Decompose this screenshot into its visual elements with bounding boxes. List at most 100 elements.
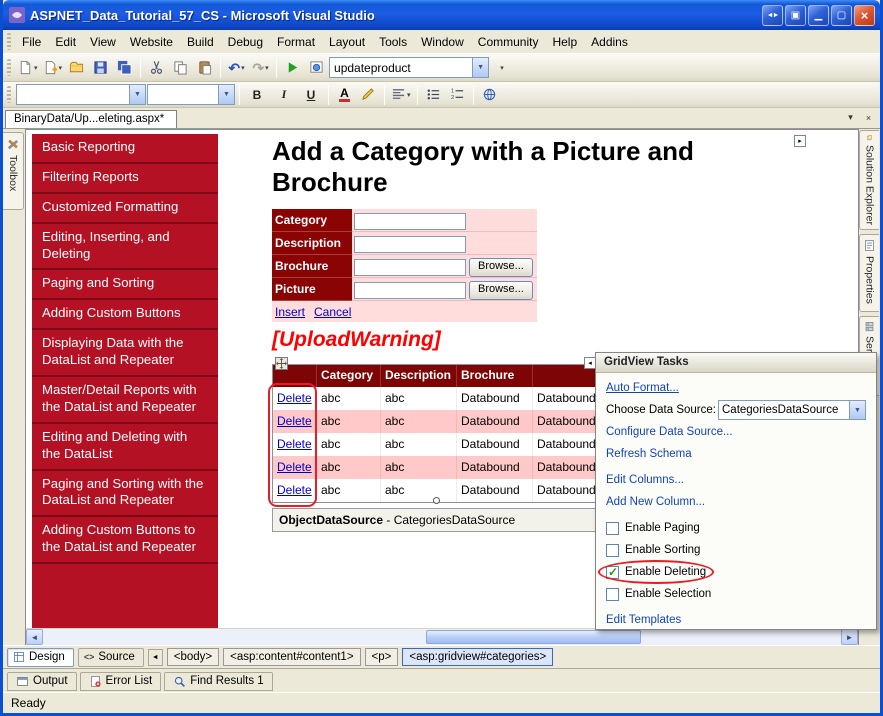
tab-list-dropdown-button[interactable]: ▾ (843, 110, 858, 125)
underline-button[interactable]: U (298, 84, 324, 106)
source-view-button[interactable]: <> Source (78, 648, 144, 667)
copy-button[interactable] (169, 57, 192, 79)
brochure-browse-button[interactable]: Browse... (469, 258, 533, 277)
font-color-button[interactable]: A (333, 84, 356, 106)
title-minimize-button[interactable]: ▁ (808, 5, 829, 26)
toolbox-tab[interactable]: Toolbox (3, 132, 24, 210)
add-item-button[interactable]: ▾ (41, 57, 65, 79)
delete-link[interactable]: Delete (277, 437, 312, 451)
sidebar-item[interactable]: Basic Reporting (32, 134, 218, 164)
edit-columns-link[interactable]: Edit Columns... (606, 474, 684, 486)
enable-selection-checkbox[interactable] (606, 588, 619, 601)
align-left-button[interactable]: ▾ (389, 84, 413, 106)
sidebar-item[interactable]: Displaying Data with the DataList and Re… (32, 330, 218, 377)
font-combobox[interactable]: ▼ (147, 84, 235, 105)
objectdatasource-control[interactable]: ObjectDataSource - CategoriesDataSource (272, 508, 602, 532)
menu-format[interactable]: Format (270, 32, 322, 52)
document-tab[interactable]: BinaryData/Up...eleting.aspx* (5, 110, 177, 128)
combobox-arrow-icon[interactable]: ▼ (218, 85, 234, 104)
sidebar-item[interactable]: Master/Detail Reports with the DataList … (32, 377, 218, 424)
close-document-button[interactable]: × (861, 110, 876, 125)
menu-addins[interactable]: Addins (584, 32, 635, 52)
sidebar-item[interactable]: Customized Formatting (32, 194, 218, 224)
add-new-column-link[interactable]: Add New Column... (606, 496, 705, 508)
properties-tab[interactable]: Properties (859, 234, 879, 312)
menu-help[interactable]: Help (545, 32, 584, 52)
title-bar[interactable]: ASPNET_Data_Tutorial_57_CS - Microsoft V… (3, 0, 880, 30)
cancel-link[interactable]: Cancel (314, 305, 351, 319)
italic-button[interactable]: I (271, 84, 297, 106)
title-close-button[interactable]: × (854, 5, 875, 26)
view-in-browser-button[interactable] (305, 57, 328, 79)
tag-scroll-left-button[interactable]: ◄ (148, 649, 163, 666)
title-dock-button[interactable]: ◄► (762, 5, 783, 26)
sidebar-item[interactable]: Adding Custom Buttons (32, 300, 218, 330)
delete-link[interactable]: Delete (277, 391, 312, 405)
menu-tools[interactable]: Tools (372, 32, 414, 52)
scroll-left-button[interactable]: ◄ (26, 629, 43, 645)
delete-link[interactable]: Delete (277, 460, 312, 474)
sidebar-item[interactable]: Paging and Sorting with the DataList and… (32, 471, 218, 518)
enable-paging-checkbox[interactable] (606, 522, 619, 535)
category-input[interactable] (354, 213, 466, 230)
delete-link[interactable]: Delete (277, 483, 312, 497)
menu-website[interactable]: Website (123, 32, 180, 52)
menu-edit[interactable]: Edit (48, 32, 83, 52)
combobox-arrow-icon[interactable]: ▼ (849, 401, 865, 419)
refresh-schema-link[interactable]: Refresh Schema (606, 448, 692, 460)
tag-asp-content[interactable]: <asp:content#content1> (223, 648, 360, 666)
insert-link[interactable]: Insert (275, 305, 305, 319)
menu-build[interactable]: Build (180, 32, 221, 52)
find-results-tab[interactable]: Find Results 1 (164, 672, 273, 691)
bold-button[interactable]: B (244, 84, 270, 106)
menu-debug[interactable]: Debug (221, 32, 270, 52)
save-all-button[interactable] (113, 57, 136, 79)
sidebar-item[interactable]: Editing, Inserting, and Deleting (32, 224, 218, 271)
menu-window[interactable]: Window (414, 32, 471, 52)
title-restore-button[interactable]: ▣ (785, 5, 806, 26)
tag-p[interactable]: <p> (365, 648, 399, 666)
sidebar-item[interactable]: Editing and Deleting with the DataList (32, 424, 218, 471)
start-debug-button[interactable] (281, 57, 304, 79)
menu-community[interactable]: Community (471, 32, 546, 52)
highlight-button[interactable] (357, 84, 380, 106)
configure-data-source-link[interactable]: Configure Data Source... (606, 426, 733, 438)
enable-sorting-checkbox[interactable] (606, 544, 619, 557)
toolbar-combobox[interactable]: updateproduct ▼ (329, 57, 489, 78)
picture-browse-button[interactable]: Browse... (469, 281, 533, 300)
content-smarttag-button[interactable]: ▸ (794, 135, 806, 147)
gridview-control[interactable]: ◂ Category Description Brochure (272, 364, 602, 532)
toolbar-gripper[interactable] (7, 86, 11, 103)
redo-button[interactable]: ↷▾ (249, 57, 272, 79)
hyperlink-button[interactable] (478, 84, 501, 106)
menu-gripper[interactable] (7, 33, 11, 50)
sidebar-item[interactable]: Paging and Sorting (32, 270, 218, 300)
paste-button[interactable] (193, 57, 216, 79)
tag-body[interactable]: <body> (167, 648, 219, 666)
toolbar-options-button[interactable]: ▾ (490, 57, 513, 79)
delete-link[interactable]: Delete (277, 414, 312, 428)
menu-layout[interactable]: Layout (322, 32, 372, 52)
menu-file[interactable]: File (15, 32, 48, 52)
move-handle-icon[interactable] (275, 357, 288, 370)
auto-format-link[interactable]: Auto Format... (606, 382, 679, 394)
brochure-input[interactable] (354, 259, 466, 276)
description-input[interactable] (354, 236, 466, 253)
style-combobox[interactable]: ▼ (16, 84, 146, 105)
combobox-arrow-icon[interactable]: ▼ (472, 58, 488, 77)
open-file-button[interactable] (65, 57, 88, 79)
error-list-tab[interactable]: Error List (80, 672, 162, 691)
edit-templates-link[interactable]: Edit Templates (606, 614, 681, 626)
picture-input[interactable] (354, 282, 466, 299)
title-maximize-button[interactable]: ▢ (831, 5, 852, 26)
output-tab[interactable]: Output (7, 672, 77, 691)
new-file-button[interactable]: ▾ (16, 57, 40, 79)
combobox-arrow-icon[interactable]: ▼ (129, 85, 145, 104)
bullet-list-button[interactable] (422, 84, 445, 106)
cut-button[interactable] (145, 57, 168, 79)
save-button[interactable] (89, 57, 112, 79)
numbered-list-button[interactable]: 12 (446, 84, 469, 106)
tag-asp-gridview[interactable]: <asp:gridview#categories> (402, 648, 553, 666)
toolbar-gripper[interactable] (7, 59, 11, 76)
undo-button[interactable]: ↶▾ (225, 57, 248, 79)
